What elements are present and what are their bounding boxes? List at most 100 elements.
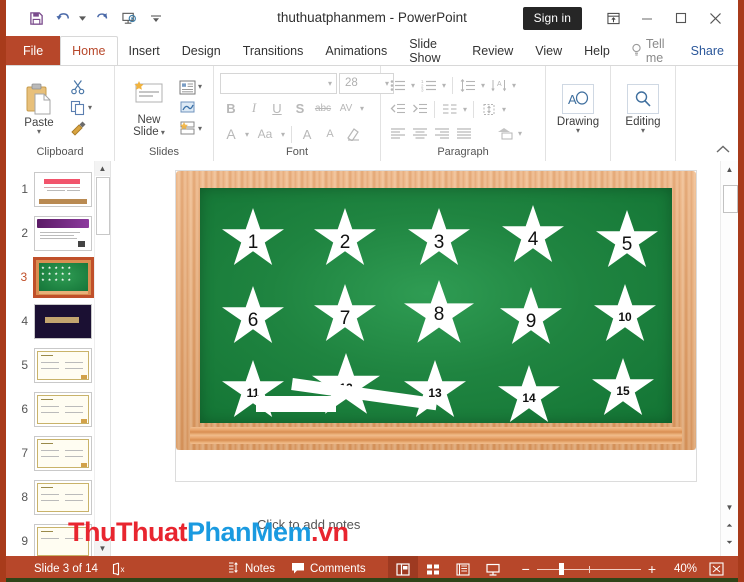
start-presentation-icon[interactable]	[117, 6, 141, 30]
change-case-button[interactable]: Aa	[252, 124, 278, 145]
thumbnail-preview[interactable]	[34, 215, 92, 251]
character-spacing-button[interactable]: AV	[335, 98, 357, 119]
customize-quick-access-icon[interactable]	[144, 6, 168, 30]
line-spacing-dropdown-icon[interactable]: ▾	[479, 81, 487, 90]
decrease-font-size-button[interactable]: A	[319, 124, 341, 145]
save-icon[interactable]	[24, 6, 48, 30]
star-shape-2[interactable]: 2	[314, 208, 376, 265]
zoom-percentage[interactable]: 40%	[663, 563, 697, 575]
star-shape-10[interactable]: 10	[594, 284, 656, 341]
numbered-list-dropdown-icon[interactable]: ▾	[440, 81, 448, 90]
star-shape-13[interactable]: 13	[404, 360, 466, 417]
copy-button[interactable]: ▾	[70, 98, 92, 118]
list-item[interactable]: 6	[6, 387, 94, 431]
align-text-button[interactable]	[478, 99, 499, 119]
bulleted-list-button[interactable]	[387, 75, 408, 95]
layout-dropdown-icon[interactable]: ▾	[198, 83, 202, 91]
bulleted-list-dropdown-icon[interactable]: ▾	[409, 81, 417, 90]
tab-insert[interactable]: Insert	[118, 36, 171, 65]
tab-help[interactable]: Help	[573, 36, 621, 65]
zoom-slider-handle[interactable]	[558, 563, 564, 575]
accessibility-checker-icon[interactable]: x	[98, 562, 127, 576]
list-item[interactable]: 3 ★★★★★ ★★★★★ ★★★★★	[6, 255, 94, 299]
tab-file[interactable]: File	[6, 36, 61, 65]
slide-scrollbar[interactable]: ▲ ▼ ⏶ ⏷	[720, 161, 738, 556]
next-slide-icon[interactable]: ⏷	[721, 534, 738, 551]
slide-canvas[interactable]: 1 2 3 4 5 6 7 8 9 10 11 12 13 14	[175, 170, 697, 482]
text-shadow-button[interactable]: S	[289, 98, 311, 119]
tab-slide-show[interactable]: Slide Show	[398, 36, 461, 65]
thumbnail-preview[interactable]	[34, 479, 92, 515]
columns-dropdown-icon[interactable]: ▾	[461, 105, 469, 114]
change-case-dropdown-icon[interactable]: ▾	[279, 130, 287, 139]
star-shape-7[interactable]: 7	[314, 284, 376, 341]
font-color-dropdown-icon[interactable]: ▾	[243, 130, 251, 139]
new-slide-dropdown-icon[interactable]: ▾	[159, 128, 165, 137]
list-item[interactable]: 8	[6, 475, 94, 519]
editing-button[interactable]: Editing ▾	[619, 82, 667, 135]
thumbnail-preview[interactable]	[34, 303, 92, 339]
justify-button[interactable]	[453, 123, 474, 143]
columns-button[interactable]	[439, 99, 460, 119]
align-center-button[interactable]	[409, 123, 430, 143]
star-shape-4[interactable]: 4	[502, 205, 564, 262]
comments-button[interactable]: Comments	[291, 562, 366, 577]
layout-button[interactable]: ▾	[179, 77, 202, 97]
fit-slide-to-window-icon[interactable]	[704, 562, 728, 576]
previous-slide-icon[interactable]: ⏶	[721, 517, 738, 534]
star-shape-1[interactable]: 1	[222, 208, 284, 265]
tab-animations[interactable]: Animations	[314, 36, 398, 65]
close-icon[interactable]	[698, 3, 732, 33]
convert-to-smartart-button[interactable]	[494, 123, 515, 143]
drawing-dropdown-icon[interactable]: ▾	[576, 127, 580, 135]
section-dropdown-icon[interactable]: ▾	[198, 124, 202, 132]
new-slide-button[interactable]: New Slide ▾	[123, 79, 175, 138]
star-shape-3[interactable]: 3	[408, 208, 470, 265]
copy-dropdown-icon[interactable]: ▾	[88, 103, 92, 111]
format-painter-button[interactable]	[70, 119, 92, 139]
reset-button[interactable]	[179, 98, 202, 118]
collapse-ribbon-icon[interactable]	[716, 145, 730, 157]
tell-me-search[interactable]: Tell me	[621, 36, 677, 65]
text-direction-dropdown-icon[interactable]: ▾	[510, 81, 518, 90]
font-color-button[interactable]: A	[220, 124, 242, 145]
star-shape-8[interactable]: 8	[404, 280, 474, 343]
zoom-slider[interactable]	[536, 563, 641, 575]
thumbnail-scrollbar[interactable]: ▲ ▼	[94, 161, 110, 556]
thumbnail-preview-current[interactable]: ★★★★★ ★★★★★ ★★★★★	[33, 256, 94, 298]
list-item[interactable]: 4	[6, 299, 94, 343]
thumbnail-scrollbar-thumb[interactable]	[96, 177, 110, 235]
list-item[interactable]: 7	[6, 431, 94, 475]
redo-icon[interactable]	[90, 6, 114, 30]
tab-review[interactable]: Review	[461, 36, 524, 65]
align-text-dropdown-icon[interactable]: ▾	[500, 105, 508, 114]
star-shape-15[interactable]: 15	[592, 358, 654, 415]
star-shape-5[interactable]: 5	[596, 210, 658, 267]
convert-to-smartart-dropdown-icon[interactable]: ▾	[516, 129, 524, 138]
slide-counter[interactable]: Slide 3 of 14	[6, 563, 98, 575]
drawing-button[interactable]: A Drawing ▾	[554, 82, 602, 135]
numbered-list-button[interactable]: 123	[418, 75, 439, 95]
thumbnail-scroll-up-icon[interactable]: ▲	[95, 161, 110, 176]
thumbnail-preview[interactable]	[34, 171, 92, 207]
star-shape-6[interactable]: 6	[222, 286, 284, 343]
list-item[interactable]: 5	[6, 343, 94, 387]
font-name-input[interactable]: ▾	[220, 72, 337, 94]
slide-scroll-down-icon[interactable]: ▼	[721, 499, 738, 516]
undo-icon[interactable]	[51, 6, 75, 30]
tab-design[interactable]: Design	[171, 36, 232, 65]
strikethrough-button[interactable]: abc	[312, 98, 334, 119]
paste-dropdown-icon[interactable]: ▾	[37, 127, 41, 135]
italic-button[interactable]: I	[243, 98, 265, 119]
increase-font-size-button[interactable]: A	[296, 124, 318, 145]
clear-formatting-button[interactable]	[342, 124, 364, 145]
zoom-in-button[interactable]: +	[648, 561, 656, 577]
ribbon-display-options-icon[interactable]	[596, 3, 630, 33]
underline-button[interactable]: U	[266, 98, 288, 119]
editing-dropdown-icon[interactable]: ▾	[641, 127, 645, 135]
tab-home[interactable]: Home	[60, 36, 118, 65]
sign-in-button[interactable]: Sign in	[522, 6, 582, 30]
list-item[interactable]: 2	[6, 211, 94, 255]
text-direction-button[interactable]: A	[488, 75, 509, 95]
star-shape-14[interactable]: 14	[498, 365, 560, 422]
